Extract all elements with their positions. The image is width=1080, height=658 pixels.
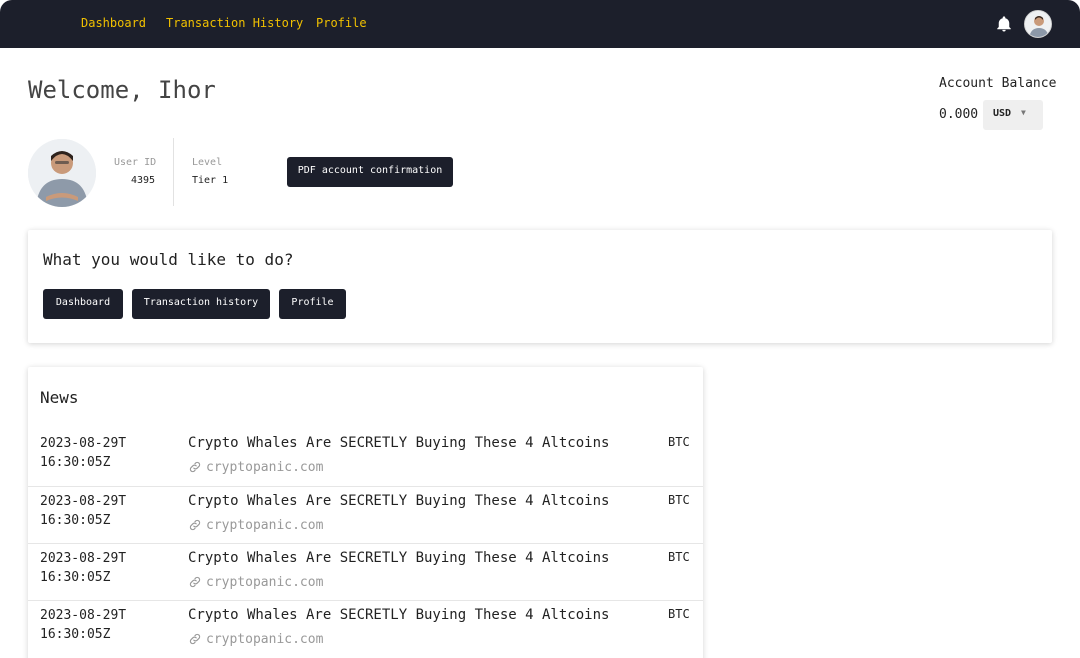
profile-person-icon xyxy=(28,139,96,207)
news-item: 2023-08-29T 16:30:05Z Crypto Whales Are … xyxy=(28,600,703,658)
profile-divider xyxy=(173,138,174,206)
news-date: 2023-08-29T xyxy=(40,436,127,451)
news-headline[interactable]: Crypto Whales Are SECRETLY Buying These … xyxy=(188,435,609,451)
news-time: 16:30:05Z xyxy=(40,513,111,528)
news-date: 2023-08-29T xyxy=(40,551,127,566)
balance-value: 0.000 xyxy=(939,107,979,122)
pdf-confirmation-button[interactable]: PDF account confirmation xyxy=(287,157,453,187)
news-source-link[interactable]: cryptopanic.com xyxy=(188,460,323,475)
news-tag: BTC xyxy=(668,435,690,449)
top-navbar: Dashboard Transaction History Profile xyxy=(0,0,1080,48)
avatar-person-icon xyxy=(1025,11,1051,37)
profile-avatar xyxy=(28,139,96,207)
news-timestamp: 2023-08-29T 16:30:05Z xyxy=(40,549,160,587)
quick-actions-card: What you would like to do? Dashboard Tra… xyxy=(28,230,1052,343)
news-title: News xyxy=(40,388,79,407)
news-date: 2023-08-29T xyxy=(40,494,127,509)
news-item: 2023-08-29T 16:30:05Z Crypto Whales Are … xyxy=(28,429,703,486)
news-timestamp: 2023-08-29T 16:30:05Z xyxy=(40,434,160,472)
news-item: 2023-08-29T 16:30:05Z Crypto Whales Are … xyxy=(28,543,703,601)
level-value: Tier 1 xyxy=(192,175,229,186)
nav-transaction-history-link[interactable]: Transaction History xyxy=(166,16,303,30)
news-timestamp: 2023-08-29T 16:30:05Z xyxy=(40,492,160,530)
page-title: Welcome, Ihor xyxy=(28,76,216,104)
quick-actions-title: What you would like to do? xyxy=(43,250,294,269)
currency-value: USD xyxy=(993,108,1012,119)
news-tag: BTC xyxy=(668,550,690,564)
currency-select[interactable]: USD ▼ xyxy=(983,100,1043,130)
link-icon xyxy=(189,576,201,588)
profile-button[interactable]: Profile xyxy=(279,289,346,319)
dashboard-button[interactable]: Dashboard xyxy=(43,289,123,319)
news-item: 2023-08-29T 16:30:05Z Crypto Whales Are … xyxy=(28,486,703,544)
nav-profile-link[interactable]: Profile xyxy=(316,16,367,30)
news-source-link[interactable]: cryptopanic.com xyxy=(188,518,323,533)
link-icon xyxy=(189,461,201,473)
link-icon xyxy=(189,519,201,531)
nav-dashboard-link[interactable]: Dashboard xyxy=(81,16,146,30)
news-tag: BTC xyxy=(668,493,690,507)
level-label: Level xyxy=(192,157,223,168)
news-source: cryptopanic.com xyxy=(206,518,324,533)
news-source: cryptopanic.com xyxy=(206,575,324,590)
app-frame: Dashboard Transaction History Profile We… xyxy=(0,0,1080,658)
user-avatar[interactable] xyxy=(1024,10,1052,38)
news-time: 16:30:05Z xyxy=(40,455,111,470)
news-time: 16:30:05Z xyxy=(40,627,111,642)
caret-down-icon: ▼ xyxy=(1021,108,1026,117)
user-id-value: 4395 xyxy=(131,175,156,186)
news-time: 16:30:05Z xyxy=(40,570,111,585)
balance-label: Account Balance xyxy=(939,76,1057,91)
transaction-history-button[interactable]: Transaction history xyxy=(132,289,270,319)
news-date: 2023-08-29T xyxy=(40,608,127,623)
news-tag: BTC xyxy=(668,607,690,621)
news-headline[interactable]: Crypto Whales Are SECRETLY Buying These … xyxy=(188,550,609,566)
news-source-link[interactable]: cryptopanic.com xyxy=(188,632,323,647)
news-source-link[interactable]: cryptopanic.com xyxy=(188,575,323,590)
news-timestamp: 2023-08-29T 16:30:05Z xyxy=(40,606,160,644)
link-icon xyxy=(189,633,201,645)
bell-icon[interactable] xyxy=(995,15,1013,33)
news-headline[interactable]: Crypto Whales Are SECRETLY Buying These … xyxy=(188,607,609,623)
news-source: cryptopanic.com xyxy=(206,632,324,647)
news-card: News 2023-08-29T 16:30:05Z Crypto Whales… xyxy=(28,367,703,658)
news-source: cryptopanic.com xyxy=(206,460,324,475)
user-id-label: User ID xyxy=(114,157,157,168)
news-headline[interactable]: Crypto Whales Are SECRETLY Buying These … xyxy=(188,493,609,509)
